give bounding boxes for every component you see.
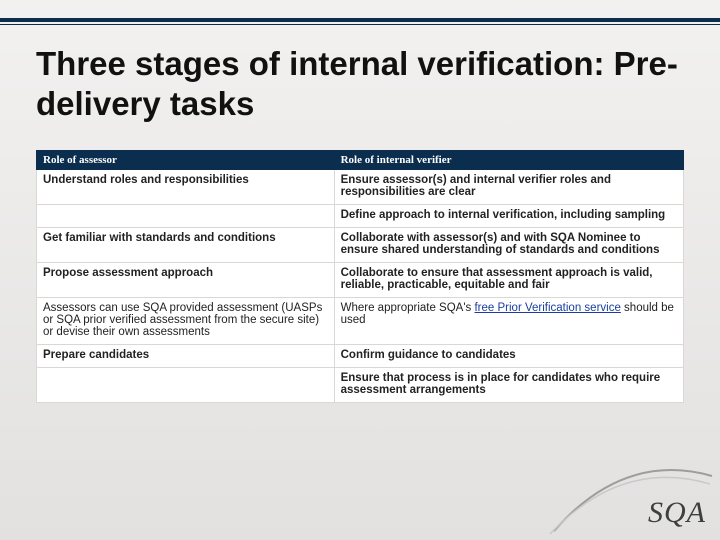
- cell-verifier: Collaborate with assessor(s) and with SQ…: [334, 228, 683, 263]
- table-row: Understand roles and responsibilities En…: [37, 170, 684, 205]
- table-header-row: Role of assessor Role of internal verifi…: [37, 151, 684, 170]
- rule-thick: [0, 18, 720, 22]
- cell-verifier: Ensure assessor(s) and internal verifier…: [334, 170, 683, 205]
- prior-verification-link[interactable]: free Prior Verification service: [474, 302, 620, 314]
- cell-verifier: Define approach to internal verification…: [334, 205, 683, 228]
- roles-table: Role of assessor Role of internal verifi…: [36, 150, 684, 403]
- page-title: Three stages of internal verification: P…: [36, 44, 684, 123]
- table-row: Prepare candidates Confirm guidance to c…: [37, 345, 684, 368]
- cell-assessor: Assessors can use SQA provided assessmen…: [37, 298, 335, 345]
- cell-verifier-pre: Where appropriate SQA's: [341, 302, 475, 314]
- table-row: Ensure that process is in place for cand…: [37, 368, 684, 403]
- sqa-logo-text: SQA: [648, 496, 706, 530]
- cell-assessor: [37, 205, 335, 228]
- swoosh-icon: [544, 446, 714, 536]
- table-row: Assessors can use SQA provided assessmen…: [37, 298, 684, 345]
- table-row: Get familiar with standards and conditio…: [37, 228, 684, 263]
- cell-assessor: [37, 368, 335, 403]
- slide: Three stages of internal verification: P…: [0, 0, 720, 540]
- cell-assessor: Get familiar with standards and conditio…: [37, 228, 335, 263]
- roles-table-wrap: Role of assessor Role of internal verifi…: [36, 150, 684, 403]
- cell-assessor: Propose assessment approach: [37, 263, 335, 298]
- cell-verifier: Collaborate to ensure that assessment ap…: [334, 263, 683, 298]
- table-row: Propose assessment approach Collaborate …: [37, 263, 684, 298]
- rule-thin: [0, 24, 720, 25]
- cell-verifier: Ensure that process is in place for cand…: [334, 368, 683, 403]
- cell-verifier: Where appropriate SQA's free Prior Verif…: [334, 298, 683, 345]
- header-assessor: Role of assessor: [37, 151, 335, 170]
- sqa-logo: SQA: [544, 446, 714, 536]
- rule-bands: [0, 18, 720, 25]
- header-verifier: Role of internal verifier: [334, 151, 683, 170]
- cell-verifier: Confirm guidance to candidates: [334, 345, 683, 368]
- table-row: Define approach to internal verification…: [37, 205, 684, 228]
- cell-assessor: Prepare candidates: [37, 345, 335, 368]
- cell-assessor: Understand roles and responsibilities: [37, 170, 335, 205]
